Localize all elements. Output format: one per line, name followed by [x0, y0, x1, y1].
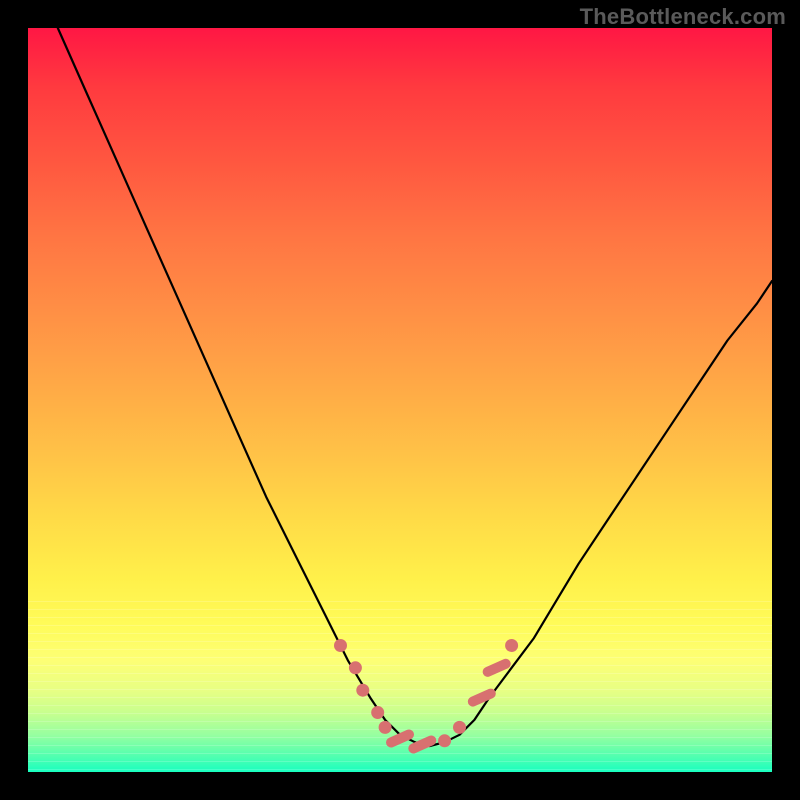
curve-overlay [28, 28, 772, 772]
marker-capsule [488, 664, 506, 672]
left-curve [58, 28, 430, 746]
marker-capsule [391, 735, 409, 743]
marker-dot [453, 721, 466, 734]
marker-dot [505, 639, 518, 652]
marker-dot [349, 661, 362, 674]
chart-frame: TheBottleneck.com [0, 0, 800, 800]
marker-dot [334, 639, 347, 652]
marker-dot [356, 684, 369, 697]
watermark-text: TheBottleneck.com [580, 4, 786, 30]
marker-dot [371, 706, 384, 719]
marker-dot [379, 721, 392, 734]
right-curve [430, 281, 772, 746]
highlight-markers [334, 639, 518, 749]
marker-dot [438, 734, 451, 747]
plot-area [28, 28, 772, 772]
